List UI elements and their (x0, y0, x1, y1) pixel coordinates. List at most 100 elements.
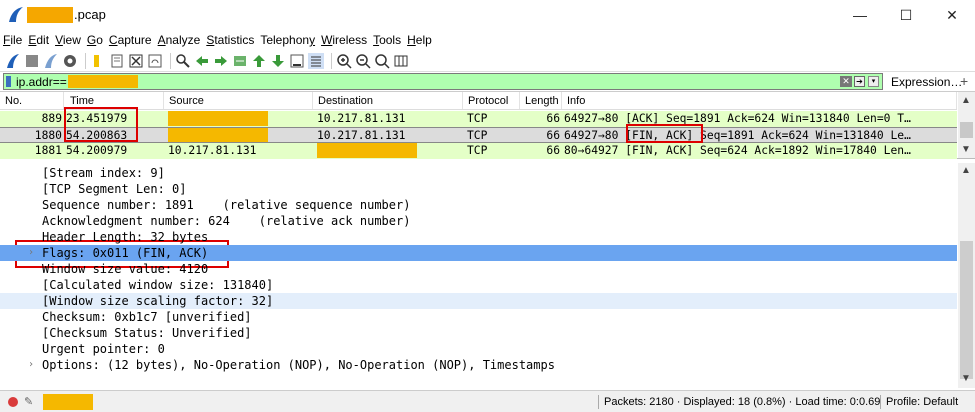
detail-row[interactable]: › Flags: 0x011 (FIN, ACK) (0, 245, 957, 261)
colorize-icon[interactable] (308, 52, 324, 69)
bookmark-icon[interactable] (6, 76, 11, 87)
profile-label[interactable]: Profile: Default (886, 391, 958, 412)
last-packet-icon[interactable] (270, 53, 286, 69)
menu-help[interactable]: Help (404, 31, 435, 49)
autoscroll-icon[interactable] (289, 53, 305, 69)
zoom-out-icon[interactable] (355, 53, 371, 69)
scroll-down-icon[interactable]: ▼ (961, 144, 971, 155)
expand-arrow-icon[interactable]: › (28, 245, 34, 261)
menu-tools[interactable]: Tools (370, 31, 404, 49)
detail-row[interactable]: [Checksum Status: Unverified] (0, 325, 957, 341)
apply-filter-icon[interactable]: ➔ (854, 76, 865, 87)
info-flags: [FIN, ACK] (625, 129, 694, 142)
cell-info: 80→64927 [FIN, ACK] Seq=624 Ack=1892 Win… (564, 144, 911, 157)
detail-row[interactable]: Acknowledgment number: 624 (relative ack… (0, 213, 957, 229)
redacted-ip (317, 143, 417, 158)
start-capture-icon[interactable] (5, 53, 21, 69)
info-rest: Seq=1891 Ack=624 Win=131840 Le… (693, 129, 911, 142)
packet-stats: Packets: 2180 · Displayed: 18 (0.8%) · L… (604, 396, 881, 408)
status-divider (598, 395, 599, 409)
packet-details-pane: [Stream index: 9] [TCP Segment Len: 0] Seq… (0, 163, 957, 388)
redacted-filename (27, 7, 73, 23)
detail-row[interactable]: [TCP Segment Len: 0] (0, 181, 957, 197)
packet-list-scrollbar[interactable]: ▲ ▼ (958, 92, 975, 158)
cell-destination (313, 143, 463, 159)
detail-text: Sequence number: 1891 (relative sequence… (42, 198, 411, 212)
detail-row[interactable]: Sequence number: 1891 (relative sequence… (0, 197, 957, 213)
detail-text: Window size value: 4120 (42, 262, 209, 276)
detail-row[interactable]: Checksum: 0xb1c7 [unverified] (0, 309, 957, 325)
detail-row[interactable]: [Window size scaling factor: 32] (0, 293, 957, 309)
save-file-icon[interactable] (109, 53, 125, 69)
column-length[interactable]: Length (520, 92, 562, 109)
cell-info: 64927→80 [FIN, ACK] Seq=1891 Ack=624 Win… (562, 128, 957, 142)
status-bar: ✎ Packets: 2180 · Displayed: 18 (0.8%) ·… (0, 390, 975, 412)
cell-source (164, 111, 313, 127)
close-file-icon[interactable] (128, 53, 144, 69)
restart-capture-icon[interactable] (43, 53, 59, 69)
column-info[interactable]: Info (562, 92, 957, 109)
maximize-button[interactable]: ☐ (883, 0, 929, 30)
clear-filter-icon[interactable]: ✕ (840, 76, 852, 87)
detail-row[interactable]: › Options: (12 bytes), No-Operation (NOP)… (0, 357, 957, 373)
column-time[interactable]: Time (64, 92, 164, 109)
detail-row[interactable]: [Calculated window size: 131840] (0, 277, 957, 293)
cell-length: 66 (546, 112, 560, 125)
menu-analyze[interactable]: Analyze (155, 31, 204, 49)
packet-list-header: No. Time Source Destination Protocol Len… (0, 92, 957, 110)
add-filter-button[interactable]: + (960, 73, 968, 89)
go-forward-icon[interactable] (213, 53, 229, 69)
menu-view[interactable]: View (52, 31, 84, 49)
toolbar-separator (331, 52, 332, 69)
resize-columns-icon[interactable] (393, 53, 409, 69)
display-filter-input[interactable]: ip.addr== ✕ ➔ ▾ (3, 73, 883, 90)
filter-dropdown-icon[interactable]: ▾ (868, 76, 879, 87)
column-no[interactable]: No. (0, 92, 64, 109)
capture-options-icon[interactable] (62, 53, 78, 69)
detail-text: [Checksum Status: Unverified] (42, 326, 252, 340)
menu-file[interactable]: File (0, 31, 25, 49)
find-packet-icon[interactable] (175, 53, 191, 69)
go-to-packet-icon[interactable] (232, 53, 248, 69)
go-back-icon[interactable] (194, 53, 210, 69)
cell-time: 54.200979 (66, 144, 128, 157)
scroll-thumb[interactable] (960, 241, 973, 379)
minimize-button[interactable]: — (837, 0, 883, 30)
reload-file-icon[interactable] (147, 53, 163, 69)
detail-text: Urgent pointer: 0 (42, 342, 165, 356)
table-row[interactable]: 1881 54.200979 10.217.81.131 TCP 66 80→6… (0, 143, 957, 159)
scroll-up-icon[interactable]: ▲ (961, 95, 971, 106)
table-row[interactable]: 889 23.451979 10.217.81.131 TCP 66 64927… (0, 111, 957, 127)
open-file-icon[interactable] (90, 53, 106, 69)
detail-row[interactable]: Window size value: 4120 (0, 261, 957, 277)
toolbar-separator (170, 52, 171, 69)
cell-no: 1881 (34, 144, 62, 157)
expand-arrow-icon[interactable]: › (28, 357, 34, 373)
menu-wireless[interactable]: Wireless (318, 31, 370, 49)
table-row-selected[interactable]: 1880 54.200863 10.217.81.131 TCP 66 6492… (0, 127, 957, 143)
capture-comment-icon[interactable]: ✎ (24, 391, 33, 412)
window-title: .pcap (74, 7, 106, 22)
normal-size-icon[interactable] (374, 53, 390, 69)
menu-statistics[interactable]: Statistics (203, 31, 257, 49)
stop-capture-icon[interactable] (24, 53, 40, 69)
details-scrollbar[interactable]: ▲ ▼ (958, 163, 975, 388)
first-packet-icon[interactable] (251, 53, 267, 69)
column-destination[interactable]: Destination (313, 92, 463, 109)
detail-row[interactable]: Header Length: 32 bytes (0, 229, 957, 245)
detail-row[interactable]: Urgent pointer: 0 (0, 341, 957, 357)
scroll-up-icon[interactable]: ▲ (961, 165, 971, 176)
menu-go[interactable]: Go (84, 31, 106, 49)
menu-capture[interactable]: Capture (106, 31, 155, 49)
expression-button[interactable]: Expression… (891, 75, 962, 89)
scroll-thumb[interactable] (960, 122, 973, 138)
close-button[interactable]: ✕ (929, 0, 975, 30)
zoom-in-icon[interactable] (336, 53, 352, 69)
column-protocol[interactable]: Protocol (463, 92, 520, 109)
detail-row[interactable]: [Stream index: 9] (0, 165, 957, 181)
menu-telephony[interactable]: Telephony (257, 31, 318, 49)
column-source[interactable]: Source (164, 92, 313, 109)
expert-info-icon[interactable] (8, 397, 18, 407)
menu-edit[interactable]: Edit (25, 31, 52, 49)
scroll-down-icon[interactable]: ▼ (961, 373, 971, 384)
